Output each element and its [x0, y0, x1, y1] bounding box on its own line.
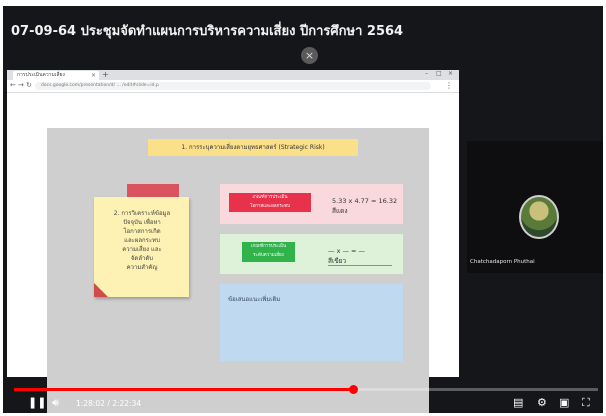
volume-icon[interactable]: 🔊︎ [52, 397, 59, 409]
back-icon[interactable]: ← [10, 81, 16, 89]
browser-tab-label: การประเมินความเสี่ยง [17, 72, 65, 78]
note-header-tab [127, 184, 179, 197]
progress-bar[interactable] [14, 385, 598, 394]
reload-icon[interactable]: ↻ [26, 81, 32, 89]
answer-underline [328, 265, 392, 266]
address-bar[interactable]: docs.google.com/presentation/d/ ... /edi… [35, 82, 431, 90]
note-corner-fold [94, 283, 108, 297]
slide-title: 1. การระบุความเสี่ยงตามยุทธศาสตร์ (Strat… [148, 139, 358, 156]
video-title: 07-09-64 ประชุมจัดทำแผนการบริหารความเสี่… [11, 24, 404, 39]
pause-icon[interactable]: ❚❚ [28, 397, 46, 409]
browser-tab-strip: การประเมินความเสี่ยง × + – □ × [7, 70, 459, 80]
minimize-icon[interactable]: – [425, 70, 428, 77]
suggestion-panel: ข้อเสนอแนะเพิ่มเติม [220, 284, 403, 361]
tab-close-icon[interactable]: × [91, 71, 96, 80]
progress-played [14, 388, 353, 391]
progress-scrubber[interactable] [348, 385, 358, 394]
sticky-note-text: 2. การวิเคราะห์ข้อมูล ปัจจุบัน เพื่อหา โ… [113, 210, 171, 271]
time-display: 1:28:02 / 2:22:34 [76, 399, 142, 408]
miniplayer-icon[interactable]: ▣ [559, 397, 569, 409]
fullscreen-icon[interactable]: ⛶ [582, 397, 590, 409]
player-controls: ❚❚ 🔊︎ 1:28:02 / 2:22:34 ▤ ⚙ ▣ ⛶ [0, 395, 606, 413]
settings-gear-icon[interactable]: ⚙ [537, 397, 547, 409]
risk-level-panel: เกณฑ์การประเมิน ระดับความเสี่ยง — x — = … [220, 234, 403, 274]
new-tab-icon[interactable]: + [102, 70, 109, 79]
participant-avatar [519, 195, 559, 239]
forward-icon[interactable]: → [18, 81, 24, 89]
presentation-slide: 1. การระบุความเสี่ยงตามยุทธศาสตร์ (Strat… [47, 128, 429, 413]
participant-tile: Chatchadaporn Phuthai [467, 141, 603, 273]
maximize-icon[interactable]: □ [436, 70, 442, 77]
sticky-note: 2. การวิเคราะห์ข้อมูล ปัจจุบัน เพื่อหา โ… [94, 197, 189, 297]
video-player[interactable]: 07-09-64 ประชุมจัดทำแผนการบริหารความเสี่… [3, 6, 603, 413]
likelihood-panel: เกณฑ์การประเมิน โอกาสและผลกระทบ 5.33 x 4… [220, 184, 403, 224]
browser-menu-icon[interactable]: ⋮ [445, 81, 453, 90]
subtitles-icon[interactable]: ▤ [513, 397, 523, 409]
suggestion-label: ข้อเสนอแนะเพิ่มเติม [228, 296, 281, 303]
risk-level-score: — x — = — สีเขียว [328, 247, 366, 265]
shared-browser-window: การประเมินความเสี่ยง × + – □ × ← → ↻ doc… [7, 70, 459, 413]
likelihood-score: 5.33 x 4.77 = 16.32 สีแดง [332, 197, 398, 215]
browser-toolbar: ← → ↻ docs.google.com/presentation/d/ ..… [7, 80, 459, 93]
window-close-icon[interactable]: × [448, 70, 453, 77]
participant-name: Chatchadaporn Phuthai [470, 259, 535, 265]
risk-level-criteria-button[interactable]: เกณฑ์การประเมิน ระดับความเสี่ยง [242, 242, 295, 262]
close-icon[interactable]: × [301, 47, 318, 64]
likelihood-criteria-button[interactable]: เกณฑ์การประเมิน โอกาสและผลกระทบ [229, 193, 311, 212]
browser-tab[interactable]: การประเมินความเสี่ยง × [13, 71, 99, 80]
